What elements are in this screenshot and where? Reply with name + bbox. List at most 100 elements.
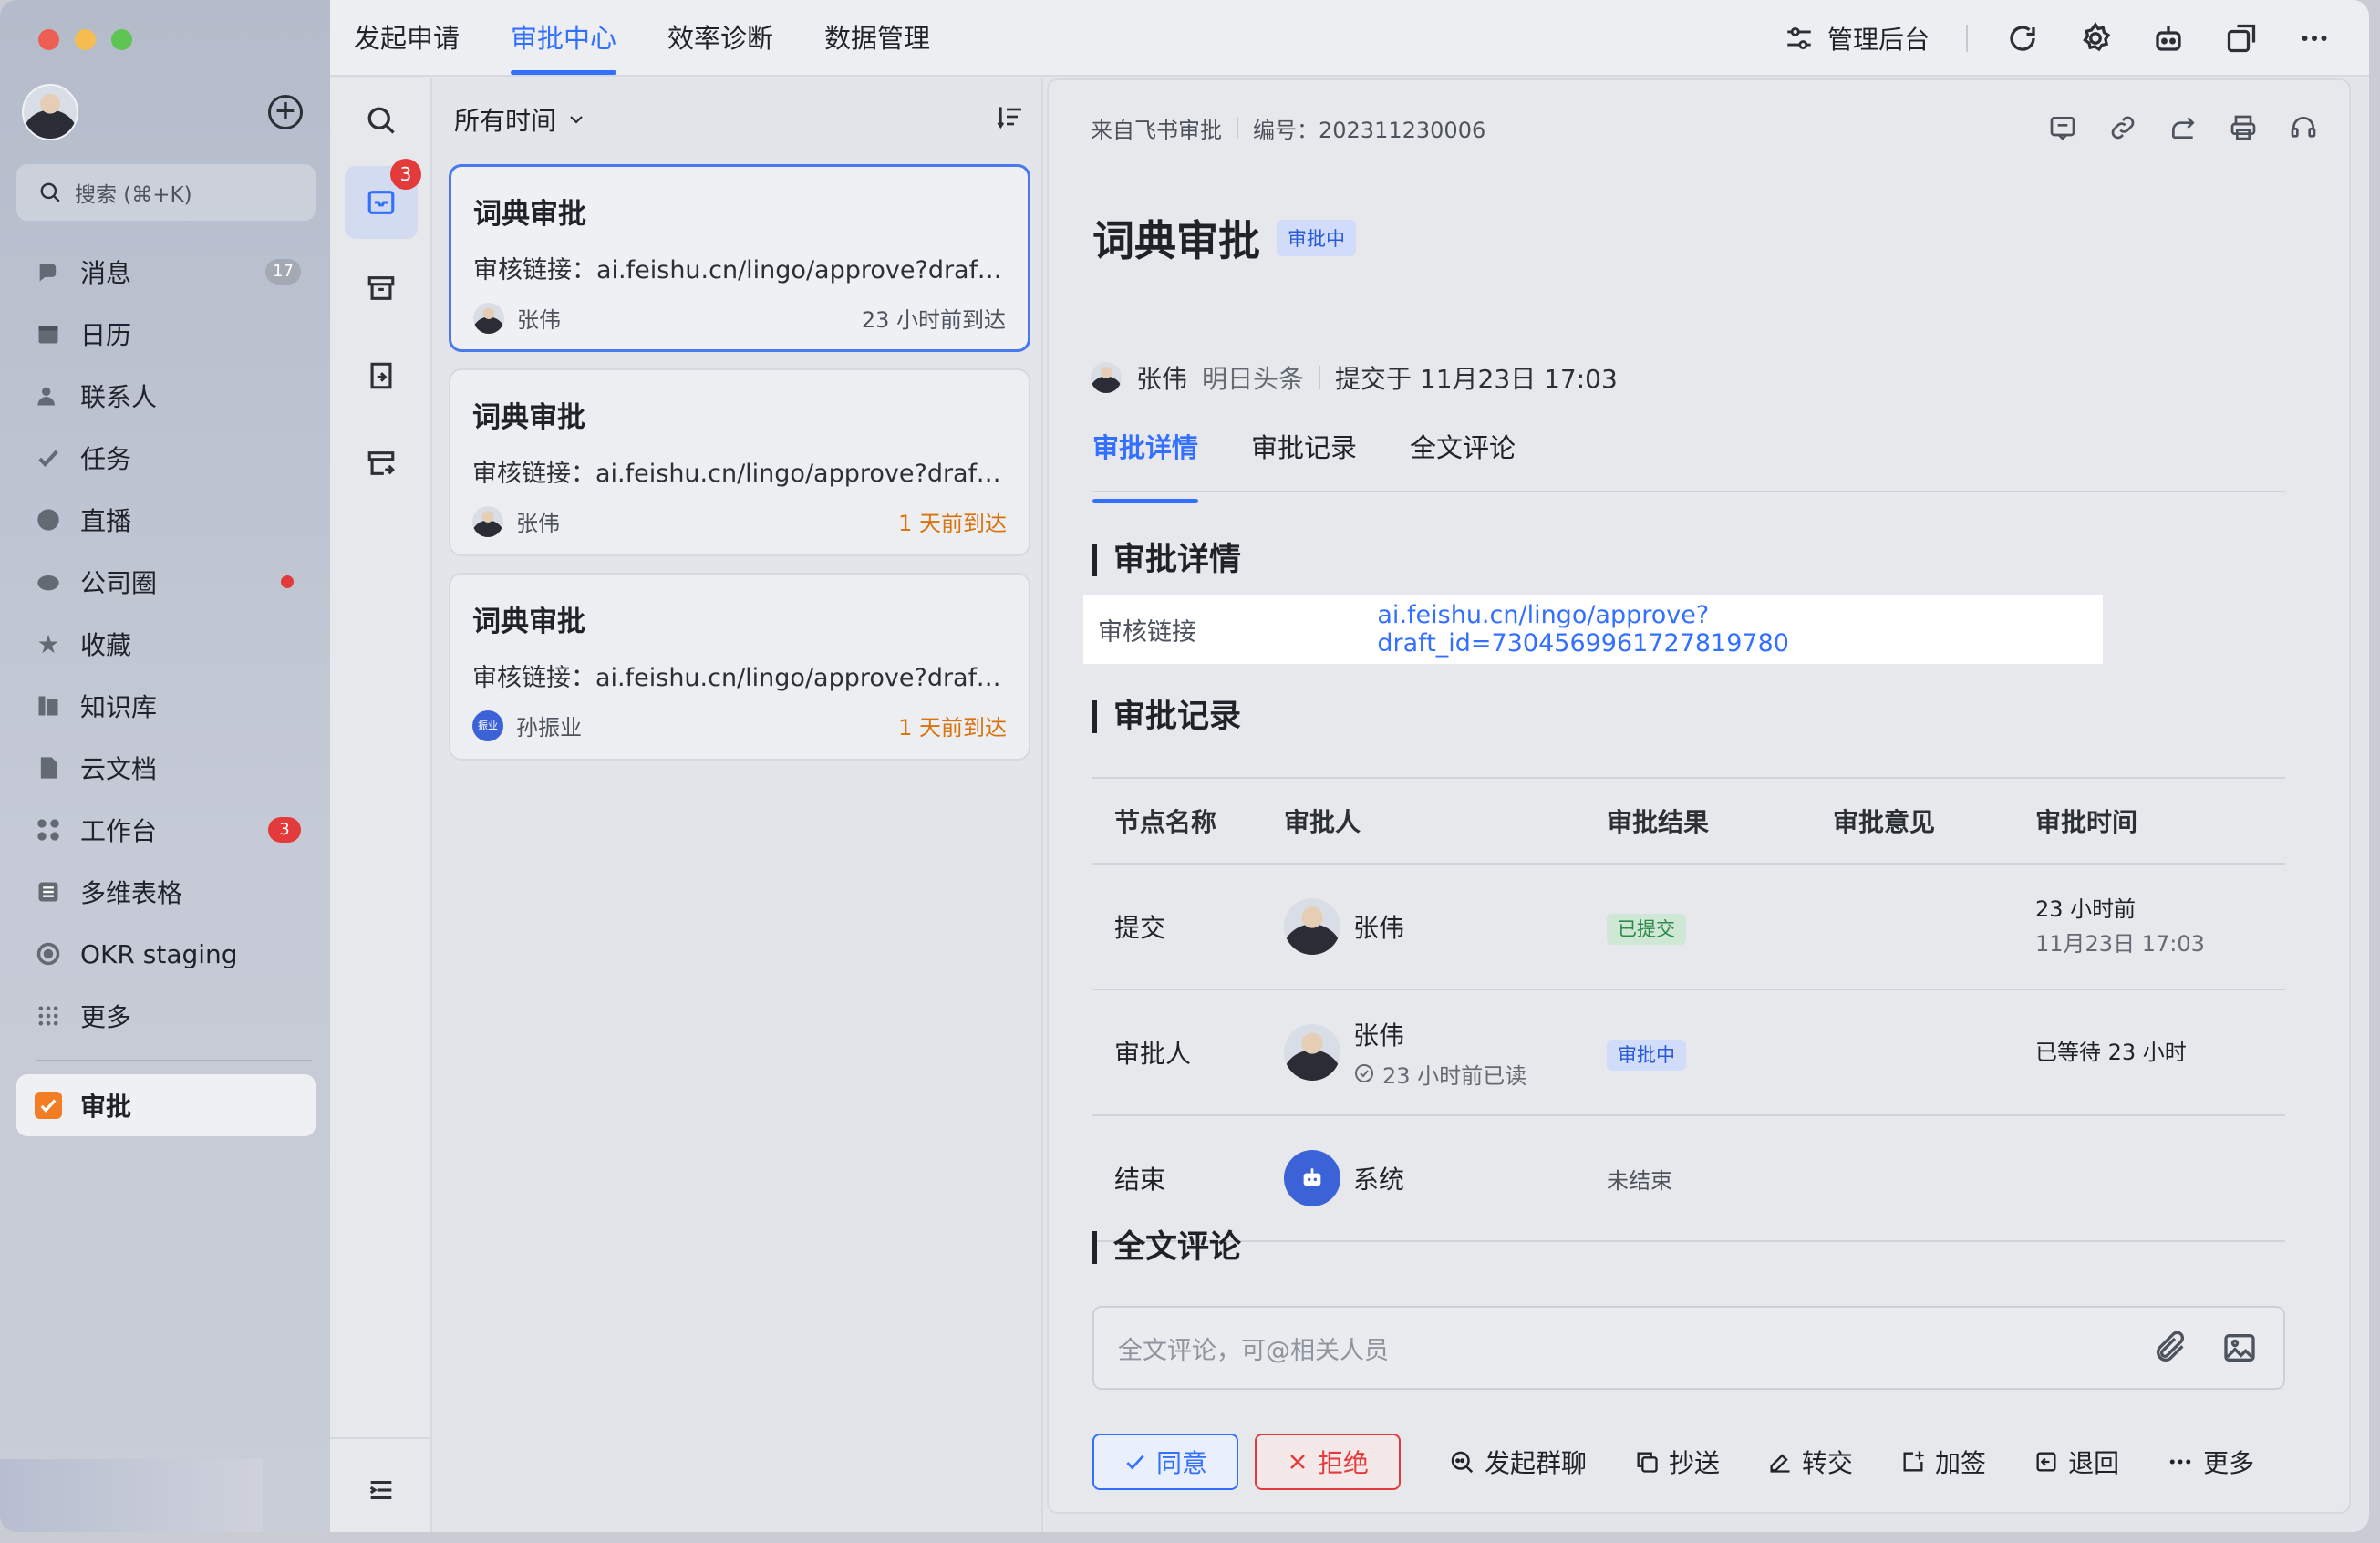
bot-icon[interactable]	[2150, 20, 2187, 57]
open-window-icon[interactable]	[2223, 20, 2260, 57]
list-header: 所有时间	[434, 78, 1041, 161]
transfer-button[interactable]: 转交	[1767, 1444, 1853, 1480]
tab-efficiency[interactable]: 效率诊断	[667, 0, 773, 77]
share-icon[interactable]	[2165, 109, 2201, 146]
node-name: 审批人	[1114, 1039, 1192, 1069]
absolute-time: 11月23日 17:03	[2035, 931, 2205, 957]
tab-submit-request[interactable]: 发起申请	[354, 0, 460, 77]
settings-gear-icon[interactable]	[2077, 20, 2114, 57]
print-icon[interactable]	[2225, 109, 2261, 146]
transfer-label: 转交	[1802, 1448, 1854, 1478]
avatar[interactable]	[1284, 1024, 1340, 1081]
comment-icon[interactable]	[2044, 109, 2081, 146]
approver-cell: 张伟	[1284, 898, 1607, 955]
status-badge: 已提交	[1607, 913, 1686, 945]
pending-count-badge: 3	[390, 159, 421, 190]
more-actions-button[interactable]: 更多	[2167, 1444, 2254, 1480]
my-avatar[interactable]	[22, 84, 78, 140]
review-link[interactable]: ai.feishu.cn/lingo/approve?draft_id=7304…	[1377, 601, 2103, 658]
result-cell: 审批中	[1607, 1038, 1833, 1071]
sidebar-item-base[interactable]: 多维表格	[16, 861, 316, 923]
tab-approval-center[interactable]: 审批中心	[511, 0, 617, 77]
comment-input[interactable]: 全文评论，可@相关人员	[1092, 1306, 2285, 1390]
rail-pending-button[interactable]: 3	[345, 159, 421, 239]
approval-topbar: 发起申请 审批中心 效率诊断 数据管理 管理后台	[330, 0, 2369, 77]
return-button[interactable]: 退回	[2033, 1444, 2119, 1480]
global-search[interactable]: 搜索 (⌘+K)	[16, 164, 316, 221]
image-icon[interactable]	[2221, 1330, 2258, 1372]
applicant-name[interactable]: 张伟	[1136, 359, 1187, 396]
check-circle-icon	[1355, 1064, 1373, 1082]
action-bar: 同意 拒绝 发起群聊 抄送 转交 加签 退回 更多	[1092, 1434, 2254, 1490]
sidebar-nav: 消息 17 日历 联系人 任务 直播 公司圈 ★ 收藏 知识库 云文档 工作台 …	[16, 241, 316, 1136]
contacts-icon	[35, 382, 62, 409]
unread-count-badge: 17	[265, 259, 301, 285]
inbox-icon	[367, 191, 395, 214]
approver-name: 张伟	[1353, 1020, 1405, 1051]
close-window-button[interactable]	[38, 29, 59, 50]
sidebar-item-label: 更多	[80, 1002, 132, 1032]
sidebar-item-tasks[interactable]: 任务	[16, 427, 316, 489]
column-header: 审批意见	[1833, 807, 1936, 837]
approval-card[interactable]: 词典审批 审核链接：ai.feishu.cn/lingo/approve?dra…	[449, 368, 1030, 556]
attachment-icon[interactable]	[2152, 1330, 2189, 1372]
serial-number: 编号：202311230006	[1253, 117, 1486, 143]
sidebar-item-calendar[interactable]: 日历	[16, 303, 316, 365]
tab-approval-records[interactable]: 审批记录	[1251, 416, 1357, 491]
approval-card[interactable]: 词典审批 审核链接：ai.feishu.cn/lingo/approve?dra…	[449, 164, 1030, 352]
rail-search-button[interactable]	[345, 84, 418, 157]
sidebar-item-docs[interactable]: 云文档	[16, 737, 316, 799]
sidebar-item-live[interactable]: 直播	[16, 489, 316, 551]
more-grid-icon	[35, 1002, 62, 1030]
status-badge: 审批中	[1277, 220, 1356, 256]
archive-icon	[367, 276, 395, 300]
collapse-menu-button[interactable]	[345, 1454, 418, 1527]
add-sign-button[interactable]: 加签	[1900, 1444, 1986, 1480]
read-status-text: 23 小时前已读	[1382, 1062, 1527, 1089]
refresh-icon[interactable]	[2004, 20, 2041, 57]
rail-cc-button[interactable]	[345, 427, 418, 500]
agree-button[interactable]: 同意	[1092, 1434, 1238, 1490]
sidebar-item-approval[interactable]: 审批	[16, 1074, 316, 1136]
cc-tray-icon	[367, 451, 395, 475]
node-name: 结束	[1114, 1165, 1166, 1195]
transfer-icon	[1770, 1454, 1790, 1473]
search-icon	[40, 182, 60, 202]
rail-initiated-button[interactable]	[345, 339, 418, 412]
sidebar-item-contacts[interactable]: 联系人	[16, 365, 316, 427]
return-label: 退回	[2068, 1448, 2120, 1478]
support-headset-icon[interactable]	[2285, 109, 2322, 146]
time-filter-dropdown[interactable]: 所有时间	[454, 101, 587, 138]
rail-processed-button[interactable]	[345, 252, 418, 325]
create-plus-icon[interactable]: +	[268, 95, 303, 129]
reject-button[interactable]: 拒绝	[1255, 1434, 1401, 1490]
detail-header: 来自飞书审批 编号：202311230006	[1049, 80, 2349, 175]
card-user: 振业 孙振业	[472, 709, 582, 741]
card-footer: 张伟 23 小时前到达	[473, 302, 1006, 334]
sidebar-item-wiki[interactable]: 知识库	[16, 675, 316, 737]
tab-comments[interactable]: 全文评论	[1410, 416, 1516, 491]
tab-approval-details[interactable]: 审批详情	[1092, 416, 1199, 503]
sidebar-item-workplace[interactable]: 工作台 3	[16, 799, 316, 861]
sidebar-item-moments[interactable]: 公司圈	[16, 551, 316, 613]
window-controls	[38, 29, 132, 50]
zoom-window-button[interactable]	[111, 29, 132, 50]
sidebar-item-more[interactable]: 更多	[16, 985, 316, 1047]
read-status: 23 小时前已读	[1353, 1058, 1526, 1090]
sidebar-item-okr[interactable]: OKR staging	[16, 923, 316, 985]
sidebar-item-favorites[interactable]: ★ 收藏	[16, 613, 316, 675]
sort-icon[interactable]	[996, 102, 1025, 138]
minimize-window-button[interactable]	[75, 29, 96, 50]
approval-card[interactable]: 词典审批 审核链接：ai.feishu.cn/lingo/approve?dra…	[449, 573, 1030, 761]
okr-icon	[35, 940, 62, 968]
approver-name: 张伟	[1353, 913, 1405, 943]
admin-console-button[interactable]: 管理后台	[1784, 20, 1930, 57]
link-icon[interactable]	[2105, 109, 2141, 146]
more-horizontal-icon[interactable]	[2296, 20, 2333, 57]
moments-icon	[35, 568, 62, 595]
cc-button[interactable]: 抄送	[1634, 1444, 1720, 1480]
group-chat-button[interactable]: 发起群聊	[1448, 1444, 1587, 1480]
avatar[interactable]	[1284, 898, 1340, 955]
tab-data-management[interactable]: 数据管理	[824, 0, 930, 77]
sidebar-item-messages[interactable]: 消息 17	[16, 241, 316, 303]
